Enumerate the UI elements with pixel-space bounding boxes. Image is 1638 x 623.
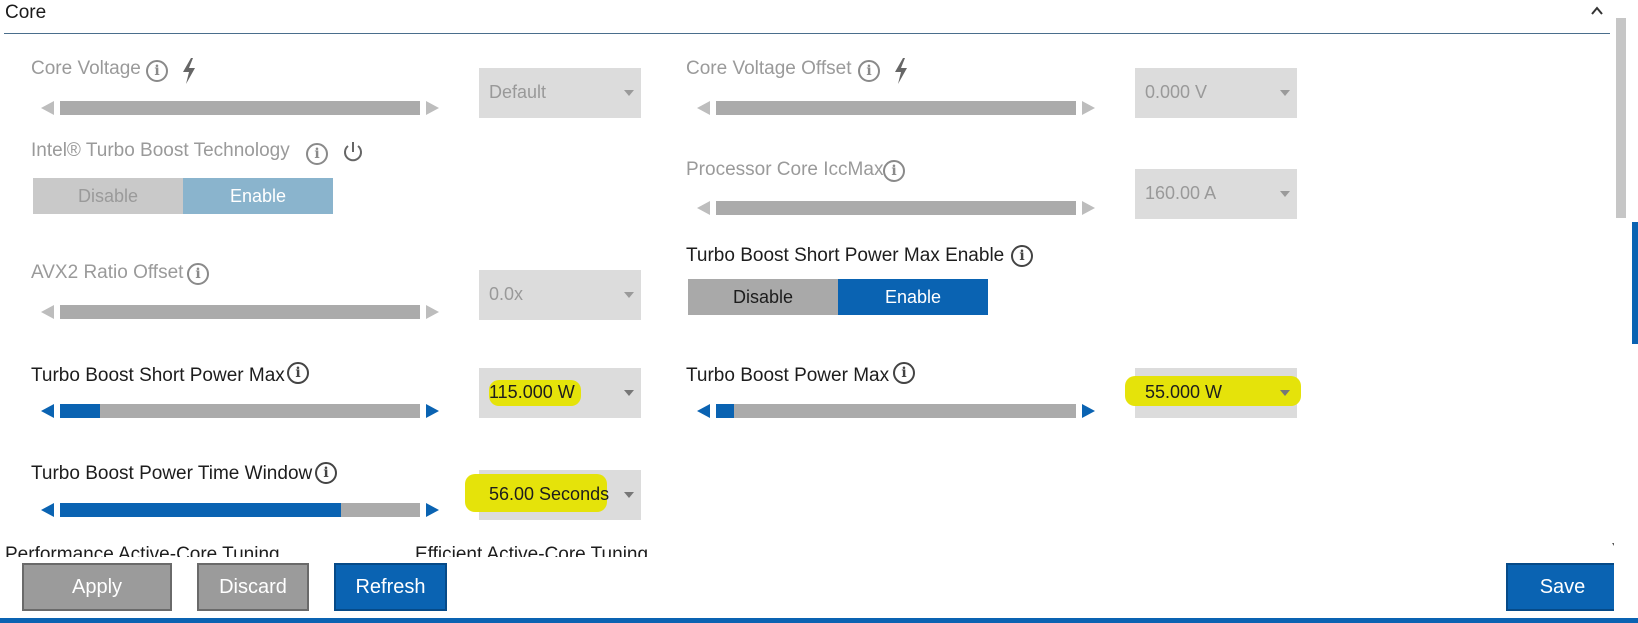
- avx2-ratio-offset-label: AVX2 Ratio Offset: [31, 262, 184, 283]
- side-panel-tab[interactable]: [1632, 222, 1638, 344]
- disable-option[interactable]: Disable: [33, 178, 183, 214]
- dropdown-value: Default: [489, 82, 547, 102]
- slider-left-arrow-icon[interactable]: [694, 198, 714, 218]
- core-voltage-slider[interactable]: [38, 98, 442, 118]
- core-voltage-offset-dropdown[interactable]: 0.000 V: [1135, 68, 1297, 118]
- turbo-boost-technology-toggle[interactable]: Disable Enable: [33, 178, 333, 214]
- slider-right-arrow-icon[interactable]: [1078, 401, 1098, 421]
- slider-left-arrow-icon[interactable]: [38, 500, 58, 520]
- scrollbar-thumb[interactable]: [1616, 18, 1626, 218]
- subsection-row: Performance Active-Core Tuning Efficient…: [0, 538, 1600, 557]
- slider-right-arrow-icon[interactable]: [422, 500, 442, 520]
- info-icon[interactable]: i: [146, 60, 168, 82]
- caret-down-icon: [624, 492, 634, 498]
- slider-track[interactable]: [716, 404, 1076, 418]
- info-icon[interactable]: i: [287, 362, 309, 384]
- iccmax-label: Processor Core IccMax: [686, 159, 884, 180]
- info-icon[interactable]: i: [893, 362, 915, 384]
- slider-fill: [716, 404, 734, 418]
- info-icon[interactable]: i: [315, 462, 337, 484]
- caret-down-icon: [1280, 191, 1290, 197]
- info-icon[interactable]: i: [858, 60, 880, 82]
- slider-right-arrow-icon[interactable]: [422, 302, 442, 322]
- lightning-icon: [895, 58, 907, 84]
- slider-fill: [60, 503, 341, 517]
- enable-option[interactable]: Enable: [838, 279, 988, 315]
- performance-tuning-heading[interactable]: Performance Active-Core Tuning: [5, 544, 280, 557]
- core-voltage-offset-label: Core Voltage Offset: [686, 58, 852, 79]
- caret-down-icon: [1280, 90, 1290, 96]
- caret-down-icon: [624, 390, 634, 396]
- slider-track[interactable]: [60, 305, 420, 319]
- power-time-window-dropdown[interactable]: 56.00 Seconds: [465, 470, 641, 520]
- section-divider: [4, 33, 1610, 34]
- slider-left-arrow-icon[interactable]: [38, 401, 58, 421]
- short-power-max-dropdown[interactable]: 115.000 W: [479, 368, 641, 418]
- slider-left-arrow-icon[interactable]: [694, 98, 714, 118]
- bottom-accent-bar: [0, 618, 1638, 623]
- caret-down-icon: [624, 292, 634, 298]
- power-time-window-label: Turbo Boost Power Time Window: [31, 463, 313, 484]
- slider-track[interactable]: [716, 101, 1076, 115]
- core-voltage-dropdown[interactable]: Default: [479, 68, 641, 118]
- info-icon[interactable]: i: [1011, 245, 1033, 267]
- chevron-up-icon[interactable]: [1590, 4, 1604, 18]
- lightning-icon: [183, 58, 195, 84]
- info-icon[interactable]: i: [187, 263, 209, 285]
- efficient-tuning-heading[interactable]: Efficient Active-Core Tuning: [415, 544, 648, 557]
- power-max-dropdown[interactable]: 55.000 W: [1125, 368, 1301, 418]
- slider-fill: [60, 404, 100, 418]
- dropdown-value: 115.000 W: [489, 382, 575, 402]
- slider-track[interactable]: [60, 101, 420, 115]
- slider-right-arrow-icon[interactable]: [422, 401, 442, 421]
- slider-right-arrow-icon[interactable]: [1078, 98, 1098, 118]
- short-power-max-enable-toggle[interactable]: Disable Enable: [688, 279, 988, 315]
- enable-option[interactable]: Enable: [183, 178, 333, 214]
- slider-left-arrow-icon[interactable]: [694, 401, 714, 421]
- short-power-max-label: Turbo Boost Short Power Max: [31, 365, 285, 386]
- slider-right-arrow-icon[interactable]: [422, 98, 442, 118]
- apply-button[interactable]: Apply: [22, 563, 172, 611]
- section-title: Core: [5, 2, 47, 23]
- turbo-boost-technology-label: Intel® Turbo Boost Technology: [31, 140, 290, 161]
- power-max-label: Turbo Boost Power Max: [686, 365, 890, 386]
- dropdown-value: 160.00 A: [1145, 183, 1217, 203]
- short-power-max-enable-label: Turbo Boost Short Power Max Enable: [686, 245, 1005, 266]
- disable-option[interactable]: Disable: [688, 279, 838, 315]
- info-icon[interactable]: i: [306, 143, 328, 165]
- dropdown-value: 55.000 W: [1145, 382, 1223, 402]
- core-voltage-label: Core Voltage: [31, 58, 141, 79]
- caret-down-icon: [1280, 390, 1290, 396]
- iccmax-dropdown[interactable]: 160.00 A: [1135, 169, 1297, 219]
- slider-track[interactable]: [60, 503, 420, 517]
- avx2-dropdown[interactable]: 0.0x: [479, 270, 641, 320]
- save-button[interactable]: Save: [1506, 563, 1619, 611]
- dropdown-value: 56.00 Seconds: [489, 484, 610, 504]
- dropdown-value: 0.000 V: [1145, 82, 1208, 102]
- power-icon: [344, 142, 362, 162]
- info-icon[interactable]: i: [883, 160, 905, 182]
- slider-track[interactable]: [716, 201, 1076, 215]
- slider-right-arrow-icon[interactable]: [1078, 198, 1098, 218]
- dropdown-value: 0.0x: [489, 284, 524, 304]
- caret-down-icon: [624, 90, 634, 96]
- slider-left-arrow-icon[interactable]: [38, 98, 58, 118]
- refresh-button[interactable]: Refresh: [334, 563, 447, 611]
- slider-left-arrow-icon[interactable]: [38, 302, 58, 322]
- discard-button[interactable]: Discard: [197, 563, 309, 611]
- slider-track[interactable]: [60, 404, 420, 418]
